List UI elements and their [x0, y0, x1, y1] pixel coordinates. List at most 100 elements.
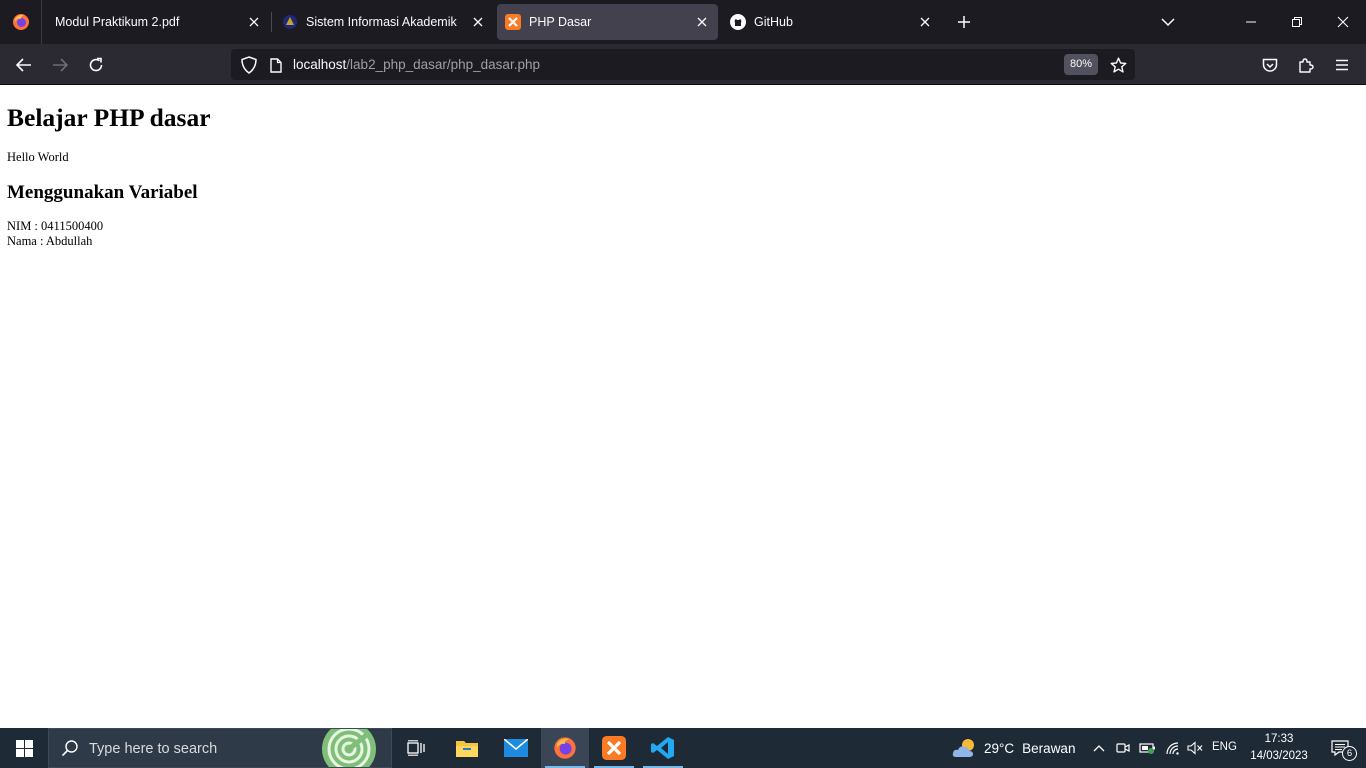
tab-close-button[interactable] [242, 10, 266, 34]
search-icon [61, 740, 78, 757]
bookmark-button[interactable] [1106, 53, 1130, 77]
tab-strip: Modul Praktikum 2.pdf Sistem Informasi A… [0, 0, 1366, 44]
reload-button[interactable] [81, 50, 111, 80]
reload-icon [89, 57, 103, 72]
minimize-button[interactable] [1228, 0, 1274, 44]
firefox-icon [554, 737, 576, 759]
page-content: Belajar PHP dasar Hello World Menggunaka… [0, 85, 1366, 728]
tab-title: Modul Praktikum 2.pdf [55, 15, 180, 29]
app-menu-button[interactable] [1327, 50, 1357, 80]
close-icon [1337, 16, 1349, 28]
tab-modul-praktikum[interactable]: Modul Praktikum 2.pdf [44, 4, 270, 40]
close-icon [249, 17, 259, 27]
student-info: NIM : 0411500400 Nama : Abdullah [7, 219, 103, 249]
xampp-icon [602, 736, 626, 760]
variables-heading: Menggunakan Variabel [7, 182, 198, 203]
minimize-icon [1246, 21, 1256, 23]
task-view-icon [407, 740, 425, 756]
pocket-icon [1262, 58, 1278, 72]
search-placeholder: Type here to search [89, 741, 218, 757]
forward-button[interactable] [45, 50, 75, 80]
taskbar-search-box[interactable]: Type here to search [48, 728, 392, 768]
zoom-reset-button[interactable]: 80% [1064, 54, 1099, 75]
tab-title: Sistem Informasi Akademik [306, 15, 457, 29]
vscode-icon [651, 737, 674, 759]
extensions-button[interactable] [1291, 50, 1321, 80]
list-all-tabs-button[interactable] [1156, 10, 1180, 34]
windows-logo-icon [15, 739, 33, 757]
url-host: localhost [293, 57, 347, 72]
weather-widget[interactable]: 29°C Berawan [952, 728, 1075, 768]
battery-charging-icon [1139, 743, 1155, 754]
nim-line: NIM : 0411500400 [7, 219, 104, 233]
windows-taskbar: Type here to search 29°C Berawan ENG 17:… [0, 728, 1366, 768]
notification-center-button[interactable]: 6 [1320, 728, 1360, 768]
weather-temperature: 29°C [984, 740, 1015, 756]
weather-condition: Berawan [1022, 740, 1076, 756]
close-icon [920, 17, 930, 27]
clock-date: 14/03/2023 [1250, 750, 1308, 762]
tray-volume[interactable] [1184, 728, 1206, 768]
tab-title: GitHub [754, 15, 793, 29]
taskbar-vscode[interactable] [639, 728, 687, 768]
clock-time: 17:33 [1264, 733, 1294, 745]
hamburger-menu-icon [1336, 59, 1348, 71]
nama-line: Nama : Abdullah [7, 234, 93, 248]
tray-meet-now[interactable] [1113, 728, 1133, 768]
xampp-icon [505, 14, 521, 30]
github-icon [730, 14, 746, 30]
task-view-button[interactable] [392, 728, 440, 768]
tab-title: PHP Dasar [529, 15, 592, 29]
back-button[interactable] [9, 50, 39, 80]
start-button[interactable] [0, 728, 48, 768]
show-hidden-icons-button[interactable] [1089, 728, 1109, 768]
arrow-right-icon [53, 58, 68, 72]
arrow-left-icon [16, 58, 31, 72]
system-clock[interactable]: 17:33 14/03/2023 [1246, 731, 1312, 765]
star-icon [1110, 57, 1126, 73]
notification-count-badge: 6 [1342, 746, 1357, 761]
firefox-icon [12, 14, 29, 30]
tracking-protection-button[interactable] [237, 53, 261, 77]
partly-cloudy-icon [952, 739, 974, 757]
site-info-button[interactable] [265, 53, 287, 77]
speaker-muted-icon [1187, 741, 1203, 755]
tab-close-button[interactable] [466, 10, 490, 34]
taskbar-firefox[interactable] [541, 728, 589, 768]
restore-button[interactable] [1274, 0, 1320, 44]
greeting-text: Hello World [7, 150, 69, 164]
tab-github[interactable]: GitHub [721, 4, 941, 40]
page-heading: Belajar PHP dasar [7, 103, 211, 132]
tab-separator [271, 12, 272, 32]
input-language-indicator[interactable]: ENG [1212, 741, 1237, 753]
navigation-toolbar: localhost/lab2_php_dasar/php_dasar.php 8… [0, 44, 1366, 85]
close-window-button[interactable] [1320, 0, 1366, 44]
url-text[interactable]: localhost/lab2_php_dasar/php_dasar.php [293, 57, 540, 72]
tray-network[interactable] [1162, 728, 1184, 768]
chevron-down-icon [1161, 18, 1175, 27]
tab-sistem-informasi[interactable]: Sistem Informasi Akademik [274, 4, 494, 40]
pocket-button[interactable] [1255, 50, 1285, 80]
new-tab-button[interactable] [952, 10, 976, 34]
wifi-icon [1166, 742, 1179, 755]
tab-php-dasar[interactable]: PHP Dasar [497, 4, 718, 40]
taskbar-mail[interactable] [492, 728, 540, 768]
tab-close-button[interactable] [913, 10, 937, 34]
taskbar-xampp[interactable] [590, 728, 638, 768]
shield-icon [241, 56, 257, 74]
tab-close-button[interactable] [690, 10, 714, 34]
url-path: /lab2_php_dasar/php_dasar.php [346, 57, 540, 72]
camera-icon [1116, 743, 1130, 753]
tray-battery[interactable] [1137, 728, 1159, 768]
close-icon [697, 17, 707, 27]
taskbar-file-explorer[interactable] [443, 728, 491, 768]
university-logo-icon [282, 14, 298, 30]
close-icon [473, 17, 483, 27]
address-bar[interactable]: localhost/lab2_php_dasar/php_dasar.php 8… [231, 49, 1135, 80]
puzzle-piece-icon [1299, 58, 1314, 73]
chevron-up-icon [1093, 745, 1105, 752]
plus-icon [958, 16, 970, 28]
firefox-view-button[interactable] [0, 0, 42, 44]
mail-icon [504, 739, 528, 757]
search-highlight-icon [322, 729, 376, 767]
